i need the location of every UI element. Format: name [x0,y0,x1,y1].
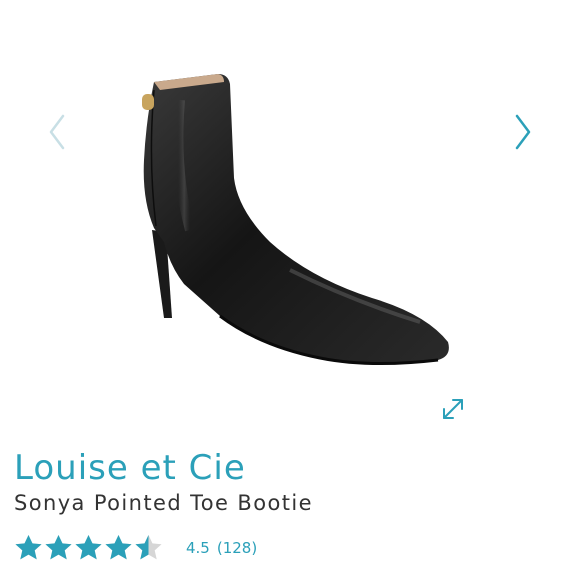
product-title: Sonya Pointed Toe Bootie [14,491,313,515]
star-icon [135,534,162,560]
product-image[interactable] [120,60,460,400]
star-icon [105,534,132,560]
star-icon [15,534,42,560]
chevron-right-icon[interactable] [508,112,538,152]
product-image-gallery [0,0,580,440]
brand-name[interactable]: Louise et Cie [14,446,246,490]
star-icon [45,534,72,560]
star-rating [14,533,164,563]
review-count[interactable]: (128) [217,539,257,557]
rating-value: 4.5 [186,539,210,557]
star-icon [75,534,102,560]
product-rating[interactable]: 4.5 (128) [14,531,257,565]
expand-icon[interactable] [440,396,466,422]
chevron-left-icon[interactable] [44,112,74,152]
